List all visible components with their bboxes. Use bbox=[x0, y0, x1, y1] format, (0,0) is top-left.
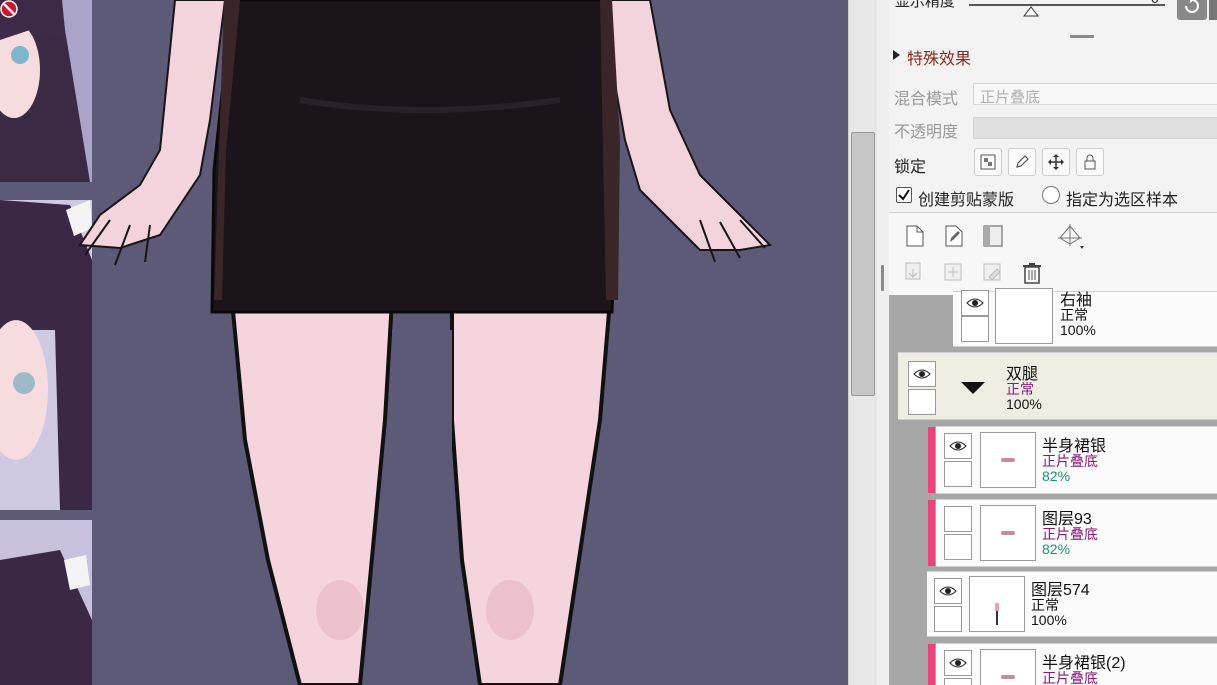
slider-handle-icon[interactable] bbox=[1023, 6, 1039, 17]
no-entry-cursor-icon bbox=[0, 0, 18, 18]
splitter-grip[interactable] bbox=[881, 265, 884, 291]
layer-item[interactable]: 半身裙银(2) 正片叠底 bbox=[928, 643, 1217, 685]
visibility-toggle[interactable] bbox=[944, 650, 972, 676]
merge-down-button[interactable] bbox=[942, 261, 966, 285]
layer-item[interactable]: 图层93 正片叠底 82% bbox=[928, 499, 1217, 567]
scrollbar-thumb[interactable] bbox=[851, 132, 875, 396]
eye-icon bbox=[949, 441, 967, 451]
move-lock-icon bbox=[1048, 154, 1064, 170]
lock-paint-button[interactable] bbox=[1008, 148, 1036, 176]
transfer-down-icon bbox=[905, 262, 921, 280]
layer-opacity: 82% bbox=[1042, 468, 1071, 484]
opacity-slider[interactable] bbox=[973, 117, 1217, 139]
lock-move-button[interactable] bbox=[1042, 148, 1070, 176]
pen-page-icon bbox=[945, 225, 963, 247]
layer-opacity: 100% bbox=[1006, 396, 1042, 412]
layer-list[interactable]: 右袖 正常 100% 双腿 正常 100% 半身裙银 正片叠底 82% 图层93… bbox=[889, 288, 1217, 685]
visibility-toggle[interactable] bbox=[908, 361, 936, 387]
checkmark-icon bbox=[898, 189, 910, 201]
layer-mask-slot[interactable] bbox=[944, 534, 972, 560]
clipping-indicator bbox=[928, 500, 935, 566]
new-folder-button[interactable] bbox=[981, 224, 1005, 248]
visibility-toggle[interactable] bbox=[944, 433, 972, 459]
special-effects-section-title[interactable]: 特殊效果 bbox=[907, 45, 971, 69]
transfer-down-button[interactable] bbox=[903, 261, 927, 285]
blend-mode-select[interactable]: 正片叠底 bbox=[973, 83, 1217, 106]
lock-all-button[interactable] bbox=[1076, 148, 1104, 176]
layer-thumbnail bbox=[980, 505, 1036, 561]
layer-mode-menu-button[interactable] bbox=[1058, 224, 1084, 249]
layer-properties-panel: 显示精度 0 特殊效果 混合模式 正片叠底 不透明度 锁定 创建剪贴蒙版 指定为… bbox=[889, 0, 1217, 685]
layer-toolbar bbox=[889, 212, 1217, 297]
layer-mask-slot[interactable] bbox=[944, 461, 972, 487]
trash-icon bbox=[1023, 263, 1041, 284]
clear-layer-button[interactable] bbox=[981, 261, 1005, 285]
layer-item[interactable]: 右袖 正常 100% bbox=[953, 288, 1217, 347]
visibility-toggle[interactable] bbox=[934, 578, 962, 604]
layer-thumbnail bbox=[969, 576, 1025, 632]
clipping-indicator bbox=[928, 427, 935, 493]
opacity-label: 不透明度 bbox=[894, 124, 959, 141]
eye-icon bbox=[939, 586, 957, 596]
precision-slider-track[interactable] bbox=[969, 4, 1165, 6]
layer-opacity: 100% bbox=[1031, 612, 1067, 628]
canvas-vertical-scrollbar[interactable] bbox=[848, 0, 877, 685]
group-expand-triangle-icon[interactable] bbox=[960, 381, 986, 395]
layer-thumbnail bbox=[980, 649, 1036, 685]
drawing-canvas[interactable] bbox=[0, 0, 848, 685]
layer-group-item[interactable]: 双腿 正常 100% bbox=[898, 352, 1217, 420]
selection-source-label: 指定为选区样本 bbox=[1066, 192, 1179, 209]
layer-thumbnail bbox=[995, 288, 1053, 344]
eye-icon bbox=[966, 298, 984, 308]
extra-button[interactable] bbox=[1209, 0, 1217, 20]
layer-mask-slot[interactable] bbox=[934, 606, 962, 632]
layer-opacity: 82% bbox=[1042, 541, 1071, 557]
clipping-mask-label: 创建剪贴蒙版 bbox=[918, 192, 1015, 209]
clipping-mask-checkbox[interactable] bbox=[896, 187, 912, 203]
selection-source-radio[interactable] bbox=[1042, 186, 1060, 204]
new-vector-layer-button[interactable] bbox=[942, 224, 966, 248]
character-illustration bbox=[0, 0, 773, 685]
layer-thumbnail bbox=[980, 432, 1036, 488]
layer-blend-mode: 正片叠底 bbox=[1042, 670, 1098, 685]
eye-icon bbox=[913, 369, 931, 379]
eraser-page-icon bbox=[983, 263, 1001, 281]
collapse-arrow-icon[interactable] bbox=[892, 49, 902, 61]
folder-page-icon bbox=[983, 225, 1003, 247]
pen-lock-icon bbox=[1016, 155, 1029, 168]
layer-opacity: 100% bbox=[1060, 322, 1096, 338]
new-page-icon bbox=[906, 225, 924, 247]
lock-transparency-button[interactable] bbox=[974, 148, 1002, 176]
visibility-toggle[interactable] bbox=[944, 506, 972, 532]
crosshair-dropdown-icon bbox=[1058, 224, 1084, 249]
layer-item[interactable]: 半身裙银 正片叠底 82% bbox=[928, 426, 1217, 494]
clipping-indicator bbox=[928, 644, 935, 685]
merge-plus-icon bbox=[944, 263, 962, 281]
checker-lock-icon bbox=[980, 154, 996, 170]
panel-splitter[interactable] bbox=[877, 0, 889, 685]
layer-mask-slot[interactable] bbox=[961, 316, 989, 342]
blend-mode-label: 混合模式 bbox=[894, 91, 959, 108]
layer-mask-slot[interactable] bbox=[908, 389, 936, 415]
padlock-icon bbox=[1084, 154, 1096, 170]
reset-icon bbox=[1185, 0, 1199, 13]
visibility-toggle[interactable] bbox=[961, 290, 989, 316]
display-precision-label: 显示精度 bbox=[895, 0, 956, 10]
reset-button[interactable] bbox=[1177, 0, 1207, 20]
section-divider-grip[interactable] bbox=[1070, 35, 1094, 38]
layer-mask-slot[interactable] bbox=[944, 678, 972, 685]
new-layer-button[interactable] bbox=[903, 224, 927, 248]
lock-label: 锁定 bbox=[894, 159, 927, 176]
delete-layer-button[interactable] bbox=[1020, 261, 1044, 285]
layer-item[interactable]: 图层574 正常 100% bbox=[927, 571, 1217, 637]
eye-icon bbox=[949, 658, 967, 668]
precision-value: 0 bbox=[1151, 0, 1159, 6]
